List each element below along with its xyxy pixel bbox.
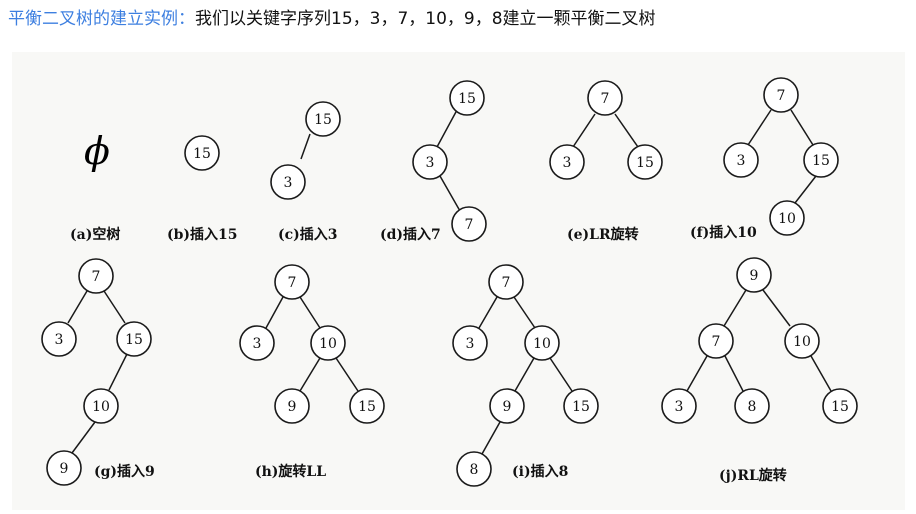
node-label: 9 [288,399,297,415]
tree-edge [549,357,573,392]
empty-set-symbol: ϕ [84,129,110,173]
node-label: 8 [470,462,479,478]
tree-edge [790,109,814,146]
tree-edge [265,296,284,329]
node-label: 3 [284,175,293,191]
node-label: 15 [831,399,849,415]
node-label: 15 [358,399,376,415]
tree-d: 15 3 7 (d)插入7 [380,80,487,243]
node-label: 3 [253,336,262,352]
tree-edge [513,296,536,329]
tree-edge [299,296,321,329]
node-label: 8 [748,399,757,415]
page-heading: 平衡二叉树的建立实例：我们以关键字序列15，3，7，10，9，8建立一颗平衡二叉… [8,4,656,34]
tree-edge [572,113,596,148]
node-label: 3 [737,153,746,169]
tree-edge [335,357,359,392]
node-label: 15 [572,399,590,415]
caption-h: (h)旋转LL [255,463,326,480]
node-label: 3 [466,336,475,352]
tree-edge [810,355,832,392]
node-label: 9 [503,399,512,415]
tree-edge [481,421,501,455]
tree-edge [300,133,311,160]
node-label: 15 [193,146,211,162]
node-label: 9 [60,461,69,477]
tree-edge [794,175,817,204]
caption-g: (g)插入9 [94,463,155,480]
node-label: 7 [777,88,786,104]
caption-i: (i)插入8 [512,463,568,480]
tree-g: 7 3 15 10 9 (g)插入9 [41,258,155,486]
caption-b: (b)插入15 [167,226,238,243]
tree-j: 9 7 10 3 8 15 (j)RL旋转 [661,257,858,484]
node-label: 7 [502,275,511,291]
tree-h: 7 3 10 9 15 (h)旋转LL [239,264,385,480]
tree-c: 15 3 (c)插入3 [270,101,341,243]
tree-edge [436,109,458,148]
tree-edge [514,357,535,392]
node-label: 7 [92,269,101,285]
tree-edge [299,357,321,392]
tree-edge [71,421,96,454]
tree-edge [723,289,747,327]
avl-trees-diagram: ϕ (a)空树 15 (b)插入15 15 3 (c)插入3 15 3 7 (d… [41,77,858,487]
node-label: 7 [465,217,474,233]
tree-edge [762,289,791,327]
heading-title: 平衡二叉树的建立实例： [8,9,195,29]
tree-edge [478,296,498,329]
node-label: 3 [55,332,64,348]
node-label: 9 [750,268,759,284]
tree-edge [686,355,708,392]
node-label: 3 [675,399,684,415]
node-label: 3 [426,155,435,171]
tree-edge [103,290,126,324]
tree-f: 7 3 15 10 (f)插入10 [690,77,839,241]
node-label: 7 [712,334,721,350]
avl-figure: ϕ (a)空树 15 (b)插入15 15 3 (c)插入3 15 3 7 (d… [12,52,905,510]
node-label: 10 [533,336,551,352]
node-label: 7 [601,91,610,107]
node-label: 15 [458,91,476,107]
caption-d: (d)插入7 [380,226,441,243]
node-label: 15 [125,332,143,348]
node-label: 10 [92,399,110,415]
node-label: 15 [812,153,830,169]
tree-edge [614,113,639,148]
node-label: 3 [563,155,572,171]
heading-description: 我们以关键字序列15，3，7，10，9，8建立一颗平衡二叉树 [195,9,656,29]
tree-b: 15 (b)插入15 [167,135,238,243]
node-label: 10 [778,211,796,227]
tree-edge [439,175,461,212]
node-label: 15 [636,155,654,171]
node-label: 10 [319,336,337,352]
caption-f: (f)插入10 [690,224,757,241]
caption-a: (a)空树 [70,226,120,243]
tree-edge [724,355,744,392]
tree-i: 7 3 10 9 15 8 (i)插入8 [452,264,599,487]
tree-e: 7 3 15 (e)LR旋转 [549,80,663,243]
node-label: 15 [314,112,332,128]
node-label: 7 [288,275,297,291]
caption-j: (j)RL旋转 [719,467,787,484]
tree-edge [747,109,772,146]
tree-edge [108,353,128,391]
tree-a: ϕ (a)空树 [70,129,120,243]
caption-e: (e)LR旋转 [567,226,639,243]
caption-c: (c)插入3 [278,226,338,243]
node-label: 10 [793,334,811,350]
tree-edge [67,290,88,324]
